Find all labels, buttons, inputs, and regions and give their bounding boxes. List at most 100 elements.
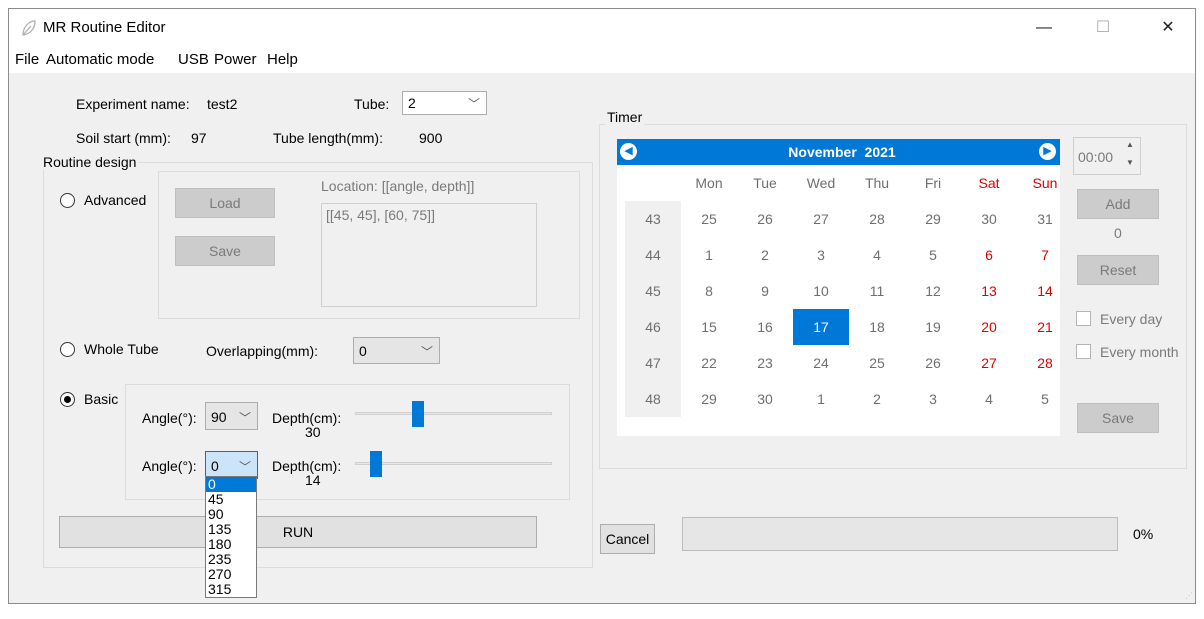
prev-month-icon[interactable]: ◀ [620, 143, 637, 160]
angle-option[interactable]: 315 [206, 582, 256, 597]
menu-power[interactable]: Power [214, 51, 257, 68]
location-textarea[interactable]: [[45, 45], [60, 75]] [321, 203, 537, 307]
reset-button[interactable]: Reset [1077, 255, 1159, 285]
calendar-day[interactable]: 19 [905, 309, 961, 345]
calendar-day[interactable]: 7 [1017, 237, 1073, 273]
calendar-day[interactable]: 30 [961, 201, 1017, 237]
calendar-day[interactable]: 29 [681, 381, 737, 417]
run-button[interactable]: RUN [59, 516, 537, 548]
angle-select-1-value: 90 [211, 409, 227, 425]
angle-select-2[interactable]: 0 ﹀ [205, 451, 258, 479]
calendar-day[interactable]: 15 [681, 309, 737, 345]
calendar-day[interactable]: 5 [1017, 381, 1073, 417]
overlapping-select[interactable]: 0 ﹀ [353, 337, 440, 364]
calendar-day[interactable]: 17 [793, 309, 849, 345]
depth-slider-2[interactable] [355, 449, 552, 479]
calendar-day[interactable]: 3 [905, 381, 961, 417]
calendar-day[interactable]: 28 [849, 201, 905, 237]
time-value: 00:00 [1078, 149, 1114, 165]
menu-usb[interactable]: USB [178, 51, 209, 68]
calendar-day[interactable]: 23 [737, 345, 793, 381]
calendar-day[interactable]: 26 [737, 201, 793, 237]
spin-up-icon[interactable]: ▲ [1126, 140, 1134, 149]
every-day-checkbox[interactable] [1076, 311, 1091, 326]
timer-save-button[interactable]: Save [1077, 403, 1159, 433]
calendar-day[interactable]: 10 [793, 273, 849, 309]
angle-option[interactable]: 270 [206, 567, 256, 582]
calendar-day[interactable]: 20 [961, 309, 1017, 345]
spin-down-icon[interactable]: ▼ [1126, 158, 1134, 167]
calendar-day[interactable]: 22 [681, 345, 737, 381]
angle-option[interactable]: 90 [206, 507, 256, 522]
depth-slider-1[interactable] [355, 399, 552, 429]
calendar-day[interactable]: 24 [793, 345, 849, 381]
calendar-day[interactable]: 31 [1017, 201, 1073, 237]
calendar-day[interactable]: 25 [849, 345, 905, 381]
whole-tube-radio[interactable] [60, 342, 75, 357]
menu-help[interactable]: Help [267, 51, 298, 68]
calendar-day[interactable]: 18 [849, 309, 905, 345]
week-number: 43 [625, 201, 681, 237]
maximize-button[interactable]: ☐ [1080, 13, 1126, 43]
calendar-day[interactable]: 3 [793, 237, 849, 273]
week-number: 48 [625, 381, 681, 417]
menu-file[interactable]: File [15, 51, 39, 68]
calendar-day[interactable]: 27 [961, 345, 1017, 381]
slider-thumb[interactable] [412, 401, 424, 427]
minimize-button[interactable]: — [1021, 13, 1067, 43]
window-title: MR Routine Editor [43, 19, 166, 36]
slider-thumb[interactable] [370, 451, 382, 477]
cancel-button[interactable]: Cancel [600, 524, 655, 554]
calendar-day[interactable]: 28 [1017, 345, 1073, 381]
calendar-day[interactable]: 9 [737, 273, 793, 309]
calendar-day[interactable]: 12 [905, 273, 961, 309]
calendar-day[interactable]: 4 [961, 381, 1017, 417]
calendar-day[interactable]: 11 [849, 273, 905, 309]
calendar-day[interactable]: 2 [737, 237, 793, 273]
basic-radio[interactable] [60, 392, 75, 407]
calendar-day[interactable]: 6 [961, 237, 1017, 273]
week-number: 47 [625, 345, 681, 381]
calendar-day[interactable]: 26 [905, 345, 961, 381]
calendar-day[interactable]: 29 [905, 201, 961, 237]
tube-select[interactable]: 2 ﹀ [402, 91, 487, 115]
angle-option[interactable]: 45 [206, 492, 256, 507]
calendar-day[interactable]: 27 [793, 201, 849, 237]
angle-dropdown-list: 0 45 90 135 180 235 270 315 [205, 476, 257, 598]
close-button[interactable]: ✕ [1145, 13, 1191, 43]
calendar-day[interactable]: 14 [1017, 273, 1073, 309]
calendar-day[interactable]: 1 [681, 237, 737, 273]
calendar-day[interactable]: 21 [1017, 309, 1073, 345]
calendar-day[interactable]: 2 [849, 381, 905, 417]
calendar-day[interactable]: 5 [905, 237, 961, 273]
add-button[interactable]: Add [1077, 189, 1159, 219]
load-button[interactable]: Load [175, 188, 275, 218]
day-header: Tue [753, 175, 777, 191]
angle-option[interactable]: 135 [206, 522, 256, 537]
time-spinbox[interactable]: 00:00 ▲ ▼ [1073, 137, 1141, 175]
calendar-day[interactable]: 30 [737, 381, 793, 417]
calendar-day[interactable]: 8 [681, 273, 737, 309]
calendar-day[interactable]: 1 [793, 381, 849, 417]
angle-option[interactable]: 0 [206, 477, 256, 492]
advanced-save-button[interactable]: Save [175, 236, 275, 266]
tube-label: Tube: [354, 96, 390, 112]
angle-option[interactable]: 180 [206, 537, 256, 552]
angle-option[interactable]: 235 [206, 552, 256, 567]
resize-grip-icon[interactable]: ⋰ [1185, 591, 1193, 600]
progress-bar [682, 517, 1118, 551]
advanced-radio[interactable] [60, 193, 75, 208]
slider-track [355, 412, 552, 415]
month-year-label[interactable]: November 2021 [767, 144, 917, 160]
angle-select-1[interactable]: 90 ﹀ [205, 402, 258, 430]
slider-track [355, 462, 552, 465]
next-month-icon[interactable]: ▶ [1039, 143, 1056, 160]
menu-automatic-mode[interactable]: Automatic mode [46, 51, 154, 68]
every-month-checkbox[interactable] [1076, 344, 1091, 359]
calendar-day[interactable]: 16 [737, 309, 793, 345]
chevron-down-icon: ﹀ [420, 345, 433, 359]
calendar-day[interactable]: 4 [849, 237, 905, 273]
calendar-day[interactable]: 13 [961, 273, 1017, 309]
every-month-label: Every month [1100, 344, 1179, 360]
calendar-day[interactable]: 25 [681, 201, 737, 237]
